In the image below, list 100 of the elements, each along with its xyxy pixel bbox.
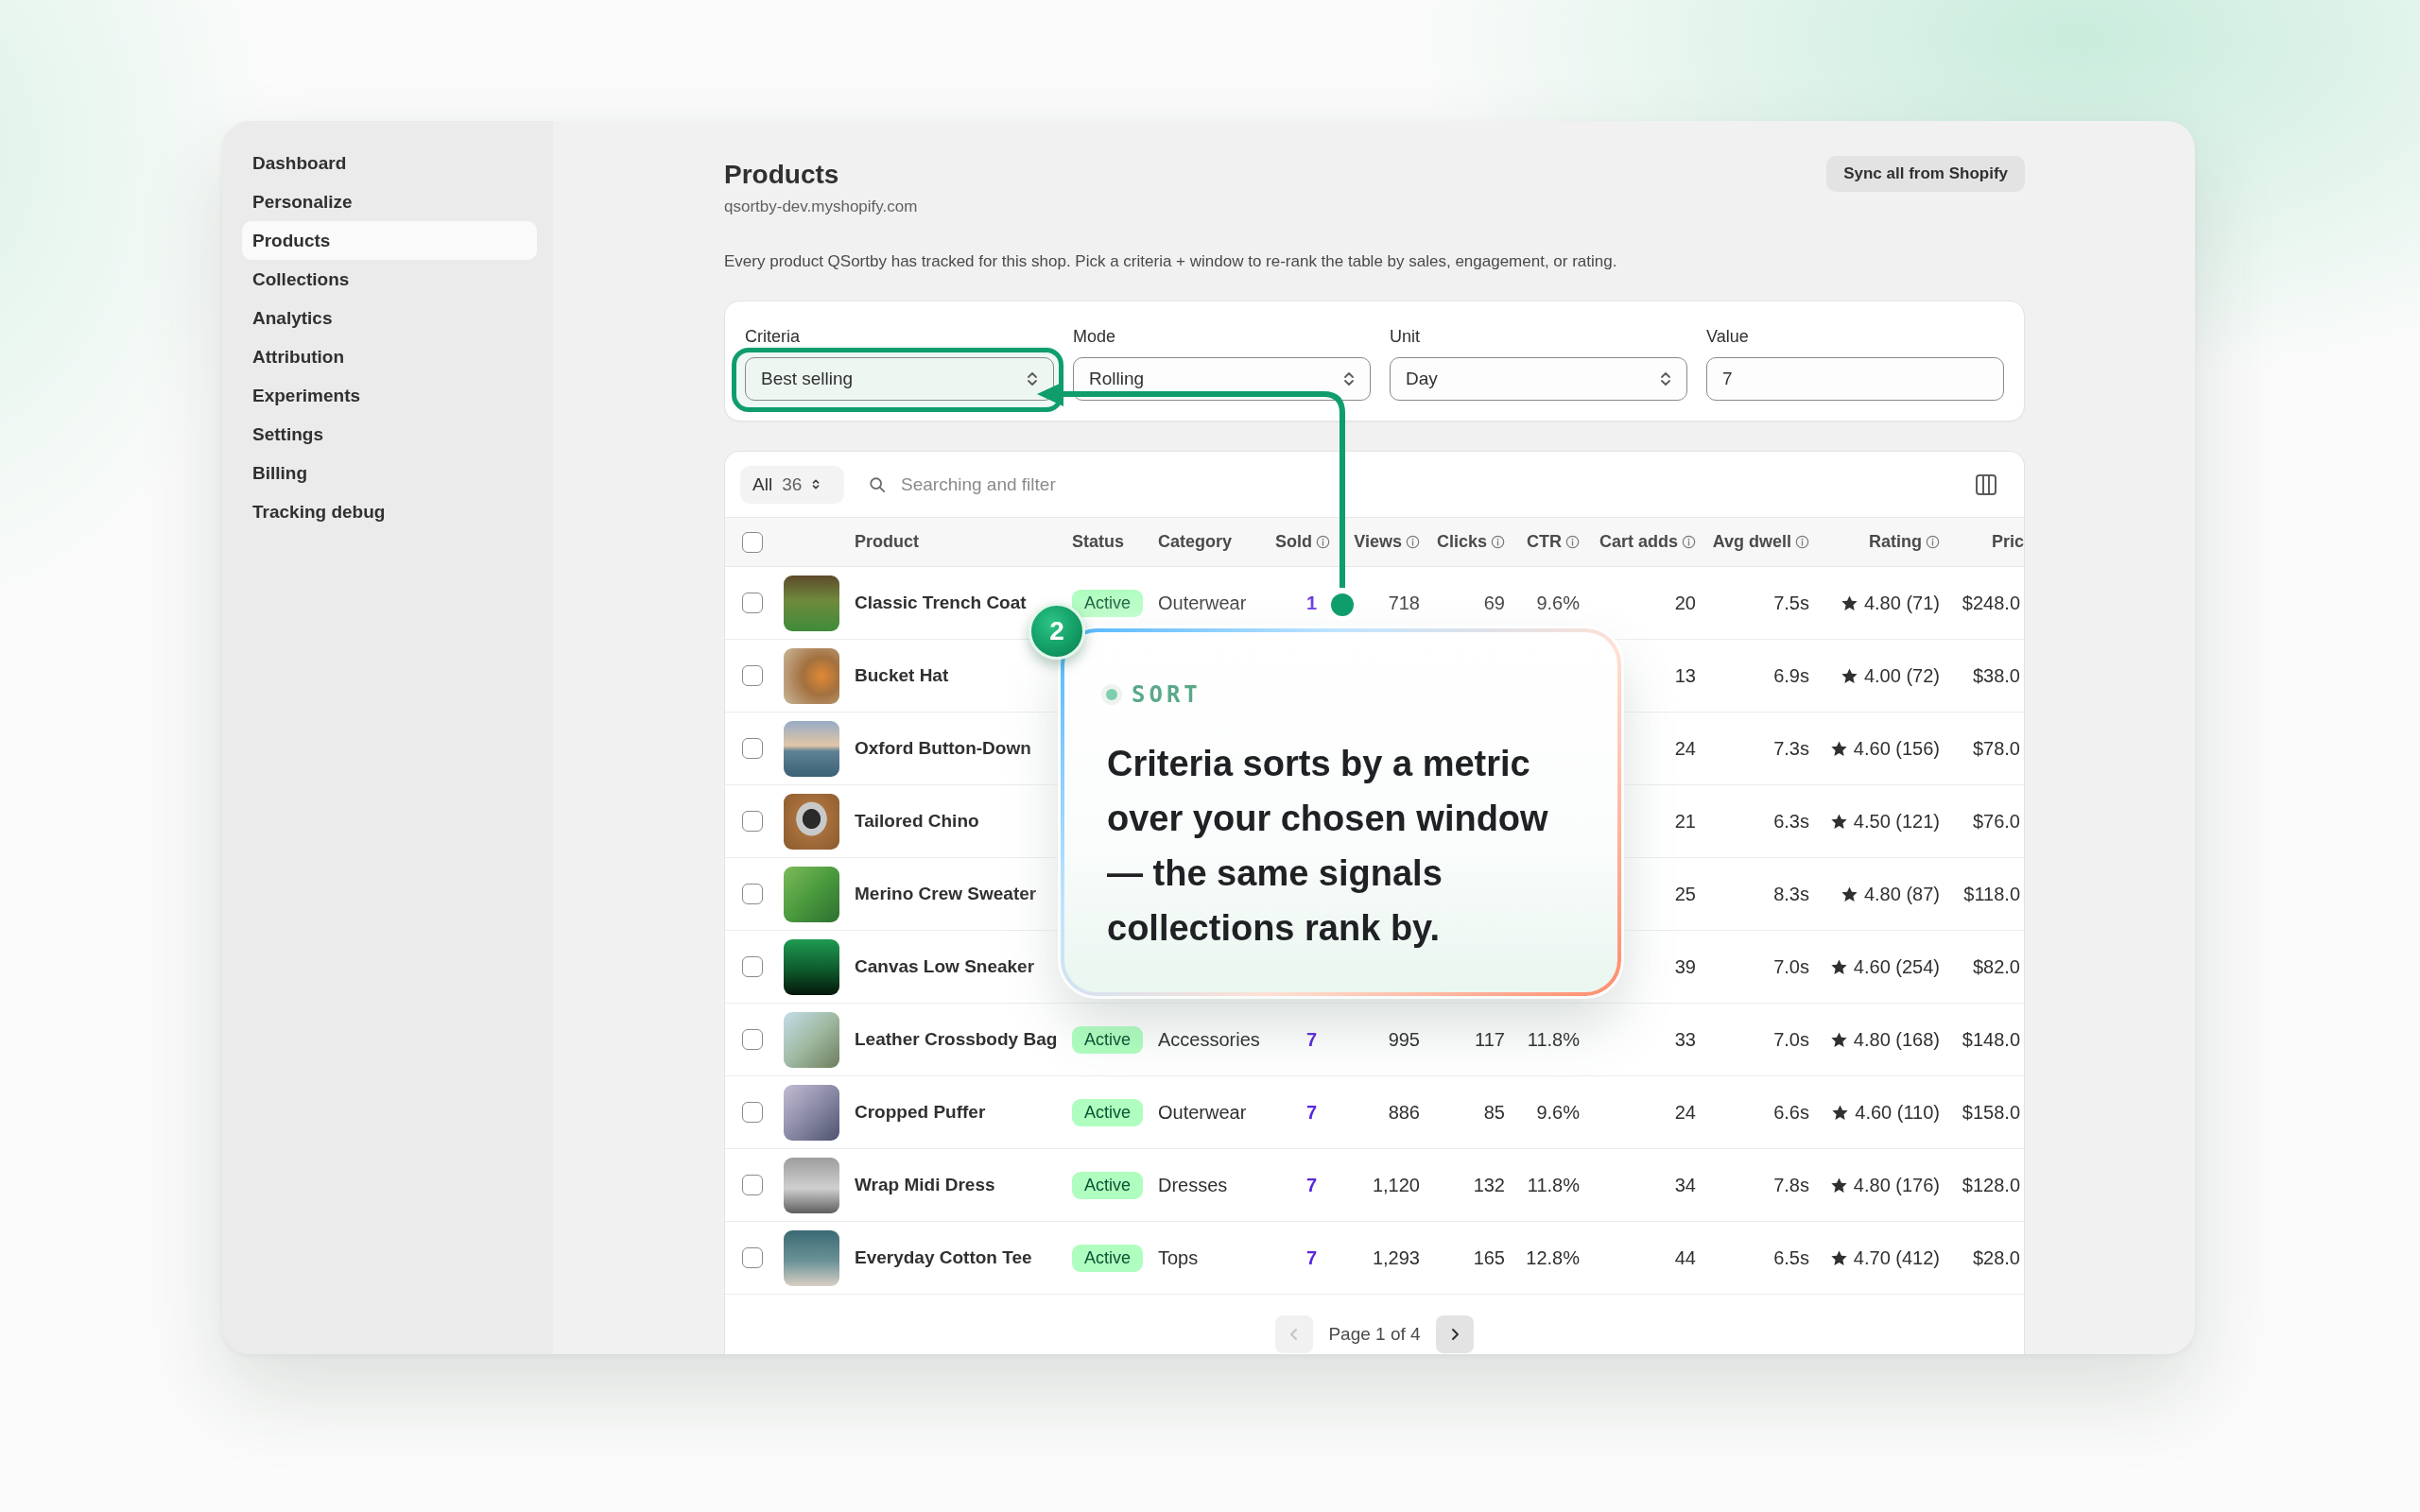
rating-value: 4.60 (156) <box>1853 737 1940 760</box>
checkbox[interactable] <box>742 665 763 686</box>
status-badge: Active <box>1072 1098 1144 1126</box>
column-header[interactable]: Clicks <box>1436 532 1505 552</box>
info-icon[interactable] <box>1926 535 1940 549</box>
column-header[interactable]: Rating <box>1869 532 1940 552</box>
checkbox[interactable] <box>742 956 763 977</box>
column-header[interactable]: Pric <box>1991 532 2024 552</box>
star-icon <box>1840 666 1858 685</box>
product-name[interactable]: Canvas Low Sneaker <box>855 956 1035 977</box>
product-name[interactable]: Oxford Button-Down <box>855 738 1031 759</box>
photo-placeholder <box>784 1011 839 1068</box>
sync-button[interactable]: Sync all from Shopify <box>1826 156 2025 192</box>
photo-placeholder <box>784 720 839 777</box>
checkbox[interactable] <box>742 738 763 759</box>
table-cell: 13 <box>1674 664 1696 687</box>
nav-item[interactable]: Tracking debug <box>242 492 537 531</box>
photo-placeholder <box>784 1084 839 1141</box>
nav-item[interactable]: Products <box>242 221 537 260</box>
checkbox[interactable] <box>742 1175 763 1195</box>
table-cell: $248.0 <box>1962 592 2020 614</box>
select-field[interactable]: Best selling <box>745 357 1054 401</box>
star-icon <box>1829 957 1848 976</box>
product-name[interactable]: Cropped Puffer <box>855 1102 986 1123</box>
table-cell: $76.0 <box>1972 810 2020 833</box>
star-icon <box>1831 1103 1850 1122</box>
chevron-updown-icon <box>811 477 821 491</box>
table-cell: Accessories <box>1158 1028 1260 1051</box>
select-field[interactable]: Day <box>1390 357 1687 401</box>
shop-domain: qsortby-dev.myshopify.com <box>724 197 918 217</box>
value-input[interactable]: 7 <box>1706 357 2004 401</box>
page-description: Every product QSortby has tracked for this shop. Pick a criteria + window to re-rank the table by sales, engagement, or rating. <box>724 251 1618 272</box>
page-indicator: Page 1 of 4 <box>1327 1323 1422 1346</box>
table-cell: 25 <box>1674 883 1696 905</box>
column-header[interactable]: CTR <box>1527 532 1580 552</box>
chevron-updown-icon <box>1343 370 1355 387</box>
table-cell: 7.0s <box>1773 1028 1809 1051</box>
filter-dropdown[interactable]: All 36 <box>740 465 844 504</box>
product-name[interactable]: Merino Crew Sweater <box>855 884 1037 904</box>
info-icon[interactable] <box>1682 535 1696 549</box>
table-cell: 20 <box>1674 592 1696 614</box>
checkbox[interactable] <box>742 1029 763 1050</box>
search-field[interactable]: Searching and filter <box>901 471 1298 498</box>
status-dot-icon <box>1101 684 1122 705</box>
info-icon[interactable] <box>1491 535 1505 549</box>
product-name[interactable]: Leather Crossbody Bag <box>855 1029 1058 1050</box>
star-icon <box>1829 1248 1848 1267</box>
status-badge: Active <box>1072 1171 1144 1199</box>
photo-placeholder <box>784 1157 839 1213</box>
table-cell: 6.5s <box>1773 1246 1809 1269</box>
checkbox[interactable] <box>742 884 763 904</box>
rating-value: 4.60 (254) <box>1853 955 1940 978</box>
nav-item[interactable]: Billing <box>242 454 537 492</box>
status-badge: Active <box>1072 1244 1144 1272</box>
chevron-updown-icon <box>1660 370 1671 387</box>
column-header[interactable]: Cart adds <box>1599 532 1696 552</box>
star-icon <box>1840 885 1858 903</box>
column-header[interactable]: Category <box>1158 532 1233 552</box>
nav-item[interactable]: Dashboard <box>242 144 537 182</box>
info-icon[interactable] <box>1406 535 1420 549</box>
checkbox[interactable] <box>742 811 763 832</box>
nav-item[interactable]: Analytics <box>242 299 537 337</box>
status-badge: Active <box>1072 1025 1144 1054</box>
rating-value: 4.50 (121) <box>1853 810 1940 833</box>
table-cell: 9.6% <box>1536 1101 1580 1124</box>
nav-item[interactable]: Attribution <box>242 337 537 376</box>
product-name[interactable]: Bucket Hat <box>855 665 949 686</box>
column-header[interactable]: Sold <box>1275 532 1330 552</box>
info-icon[interactable] <box>1316 535 1330 549</box>
next-page-button[interactable] <box>1435 1315 1474 1353</box>
field-label: Mode <box>1073 326 1116 347</box>
photo-placeholder <box>784 866 839 922</box>
product-name[interactable]: Classic Trench Coat <box>855 593 1027 613</box>
nav-item[interactable]: Collections <box>242 260 537 299</box>
checkbox[interactable] <box>742 1247 763 1268</box>
table-cell: 6.3s <box>1773 810 1809 833</box>
checkbox[interactable] <box>742 531 763 553</box>
checkbox[interactable] <box>742 1102 763 1123</box>
table-cell: 12.8% <box>1526 1246 1580 1269</box>
table-cell: 7 <box>1305 1246 1317 1269</box>
column-header[interactable]: Status <box>1072 532 1124 552</box>
checkbox[interactable] <box>742 593 763 613</box>
product-name[interactable]: Wrap Midi Dress <box>855 1175 995 1195</box>
table-cell: Outerwear <box>1158 1101 1247 1124</box>
star-icon <box>1829 1176 1848 1194</box>
product-name[interactable]: Tailored Chino <box>855 811 979 832</box>
nav-item[interactable]: Experiments <box>242 376 537 415</box>
nav-item[interactable]: Personalize <box>242 182 537 221</box>
star-icon <box>1829 1030 1848 1049</box>
product-name[interactable]: Everyday Cotton Tee <box>855 1247 1032 1268</box>
column-header[interactable]: Avg dwell <box>1712 532 1809 552</box>
info-icon[interactable] <box>1565 535 1580 549</box>
columns-button[interactable] <box>1975 472 1997 496</box>
info-icon[interactable] <box>1795 535 1809 549</box>
column-header[interactable]: Views <box>1354 532 1420 552</box>
table-cell: 886 <box>1388 1101 1420 1124</box>
photo-placeholder <box>784 647 839 704</box>
column-header[interactable]: Product <box>855 532 919 552</box>
nav-item[interactable]: Settings <box>242 415 537 454</box>
table-cell: 8.3s <box>1773 883 1809 905</box>
